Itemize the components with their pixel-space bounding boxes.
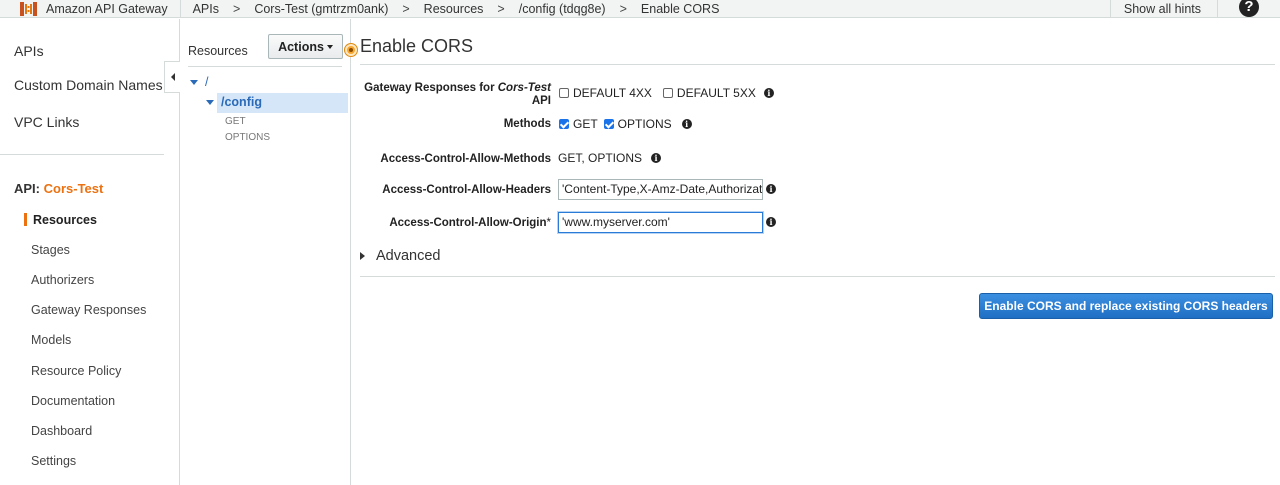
caret-down-icon[interactable]	[190, 80, 198, 85]
info-icon[interactable]: i	[766, 217, 776, 227]
caret-down-icon[interactable]	[206, 100, 214, 105]
method-get-label: GET	[573, 117, 598, 131]
allow-methods-value: GET, OPTIONS	[558, 151, 643, 165]
breadcrumb-resources[interactable]: Resources	[424, 2, 484, 16]
tree-item-config[interactable]: /config	[221, 95, 262, 109]
advanced-divider	[360, 276, 1275, 277]
info-icon[interactable]: i	[651, 153, 662, 163]
actions-label: Actions	[278, 39, 324, 54]
gateway-responses-label-suffix: API	[531, 95, 551, 107]
sidebar-item-settings[interactable]: Settings	[31, 454, 76, 468]
breadcrumb-separator: >	[402, 1, 410, 16]
allow-methods-field: GET, OPTIONS i	[558, 151, 662, 165]
caret-right-icon	[360, 252, 365, 260]
help-icon[interactable]: ?	[1239, 0, 1259, 17]
resources-divider	[188, 66, 342, 67]
sidebar-item-stages[interactable]: Stages	[31, 243, 70, 257]
default-4xx-label: DEFAULT 4XX	[573, 86, 652, 100]
enable-cors-button[interactable]: Enable CORS and replace existing CORS he…	[979, 293, 1273, 319]
methods-options: GET OPTIONS i	[559, 117, 692, 131]
default-5xx-label: DEFAULT 5XX	[676, 86, 756, 100]
left-nav: APIs Custom Domain Names VPC Links API: …	[0, 19, 180, 485]
allow-headers-input[interactable]: 'Content-Type,X-Amz-Date,Authorizatio	[558, 179, 763, 200]
nav-item-apis[interactable]: APIs	[14, 43, 44, 59]
sidebar-item-resources[interactable]: Resources	[33, 213, 97, 227]
caret-down-icon	[326, 44, 333, 49]
allow-origin-label-text: Access-Control-Allow-Origin	[389, 217, 547, 229]
app-name: Amazon API Gateway	[46, 1, 168, 16]
advanced-toggle[interactable]: Advanced	[360, 248, 441, 264]
breadcrumb: APIs > Cors-Test (gmtrzm0ank) > Resource…	[181, 2, 720, 16]
allow-origin-label: Access-Control-Allow-Origin*	[389, 217, 551, 230]
chevron-left-icon	[170, 73, 175, 81]
help-area: ?	[1218, 0, 1280, 18]
advanced-label: Advanced	[376, 248, 441, 264]
info-icon[interactable]: i	[681, 119, 692, 129]
info-icon[interactable]: i	[763, 88, 774, 98]
sidebar-item-gateway-responses[interactable]: Gateway Responses	[31, 303, 146, 317]
gateway-responses-api-name: Cors-Test	[497, 82, 551, 94]
api-prefix: API:	[14, 181, 40, 196]
tree-method-get[interactable]: GET	[225, 116, 246, 127]
collapse-nav-button[interactable]	[164, 61, 180, 93]
resize-handle[interactable]	[345, 44, 357, 56]
api-name[interactable]: Cors-Test	[44, 181, 104, 196]
nav-item-custom-domain-names[interactable]: Custom Domain Names	[14, 77, 163, 93]
sidebar-item-models[interactable]: Models	[31, 333, 71, 347]
nav-divider	[0, 154, 164, 155]
breadcrumb-current: Enable CORS	[640, 1, 720, 16]
sidebar-item-resource-policy[interactable]: Resource Policy	[31, 364, 121, 378]
sidebar-item-dashboard[interactable]: Dashboard	[31, 424, 92, 438]
allow-headers-label: Access-Control-Allow-Headers	[382, 184, 551, 196]
sidebar-item-authorizers[interactable]: Authorizers	[31, 273, 94, 287]
resources-title: Resources	[188, 44, 248, 58]
api-title: API: Cors-Test	[14, 181, 103, 196]
top-right: Show all hints ?	[1109, 0, 1280, 18]
gateway-responses-label: Gateway Responses for Cors-Test API	[364, 82, 551, 108]
breadcrumb-separator: >	[619, 1, 627, 16]
sidebar-item-documentation[interactable]: Documentation	[31, 394, 115, 408]
breadcrumb-separator: >	[497, 1, 505, 16]
actions-button[interactable]: Actions	[268, 34, 343, 59]
breadcrumb-apis[interactable]: APIs	[193, 2, 219, 16]
show-all-hints-button[interactable]: Show all hints	[1109, 0, 1218, 18]
gateway-responses-options: DEFAULT 4XX DEFAULT 5XX i	[559, 86, 774, 100]
tree-method-options[interactable]: OPTIONS	[225, 132, 270, 143]
allow-methods-label: Access-Control-Allow-Methods	[380, 153, 551, 165]
methods-label: Methods	[503, 118, 551, 130]
breadcrumb-separator: >	[233, 1, 241, 16]
method-get-checkbox[interactable]	[559, 119, 569, 129]
nav-item-vpc-links[interactable]: VPC Links	[14, 114, 79, 130]
default-4xx-checkbox[interactable]	[559, 88, 569, 98]
resources-pane: Resources Actions / /config GET OPTIONS	[181, 19, 357, 485]
info-icon[interactable]: i	[766, 184, 776, 194]
page-title: Enable CORS	[360, 36, 474, 56]
breadcrumb-resource[interactable]: /config (tdqg8e)	[519, 2, 606, 16]
api-gateway-logo-icon	[20, 1, 37, 16]
title-divider	[360, 64, 1275, 65]
method-options-label: OPTIONS	[617, 117, 672, 131]
method-options-checkbox[interactable]	[603, 119, 614, 129]
default-5xx-checkbox[interactable]	[662, 88, 673, 98]
brand[interactable]: Amazon API Gateway	[0, 0, 181, 18]
top-bar: Amazon API Gateway APIs > Cors-Test (gmt…	[0, 0, 1280, 18]
active-indicator	[24, 213, 27, 226]
required-mark: *	[546, 217, 551, 229]
gateway-responses-label-prefix: Gateway Responses for	[364, 82, 498, 94]
main-content: Enable CORS Gateway Responses for Cors-T…	[352, 19, 1280, 485]
breadcrumb-api[interactable]: Cors-Test (gmtrzm0ank)	[254, 2, 388, 16]
tree-item-root[interactable]: /	[205, 75, 208, 89]
allow-origin-input[interactable]: 'www.myserver.com'	[558, 212, 763, 233]
